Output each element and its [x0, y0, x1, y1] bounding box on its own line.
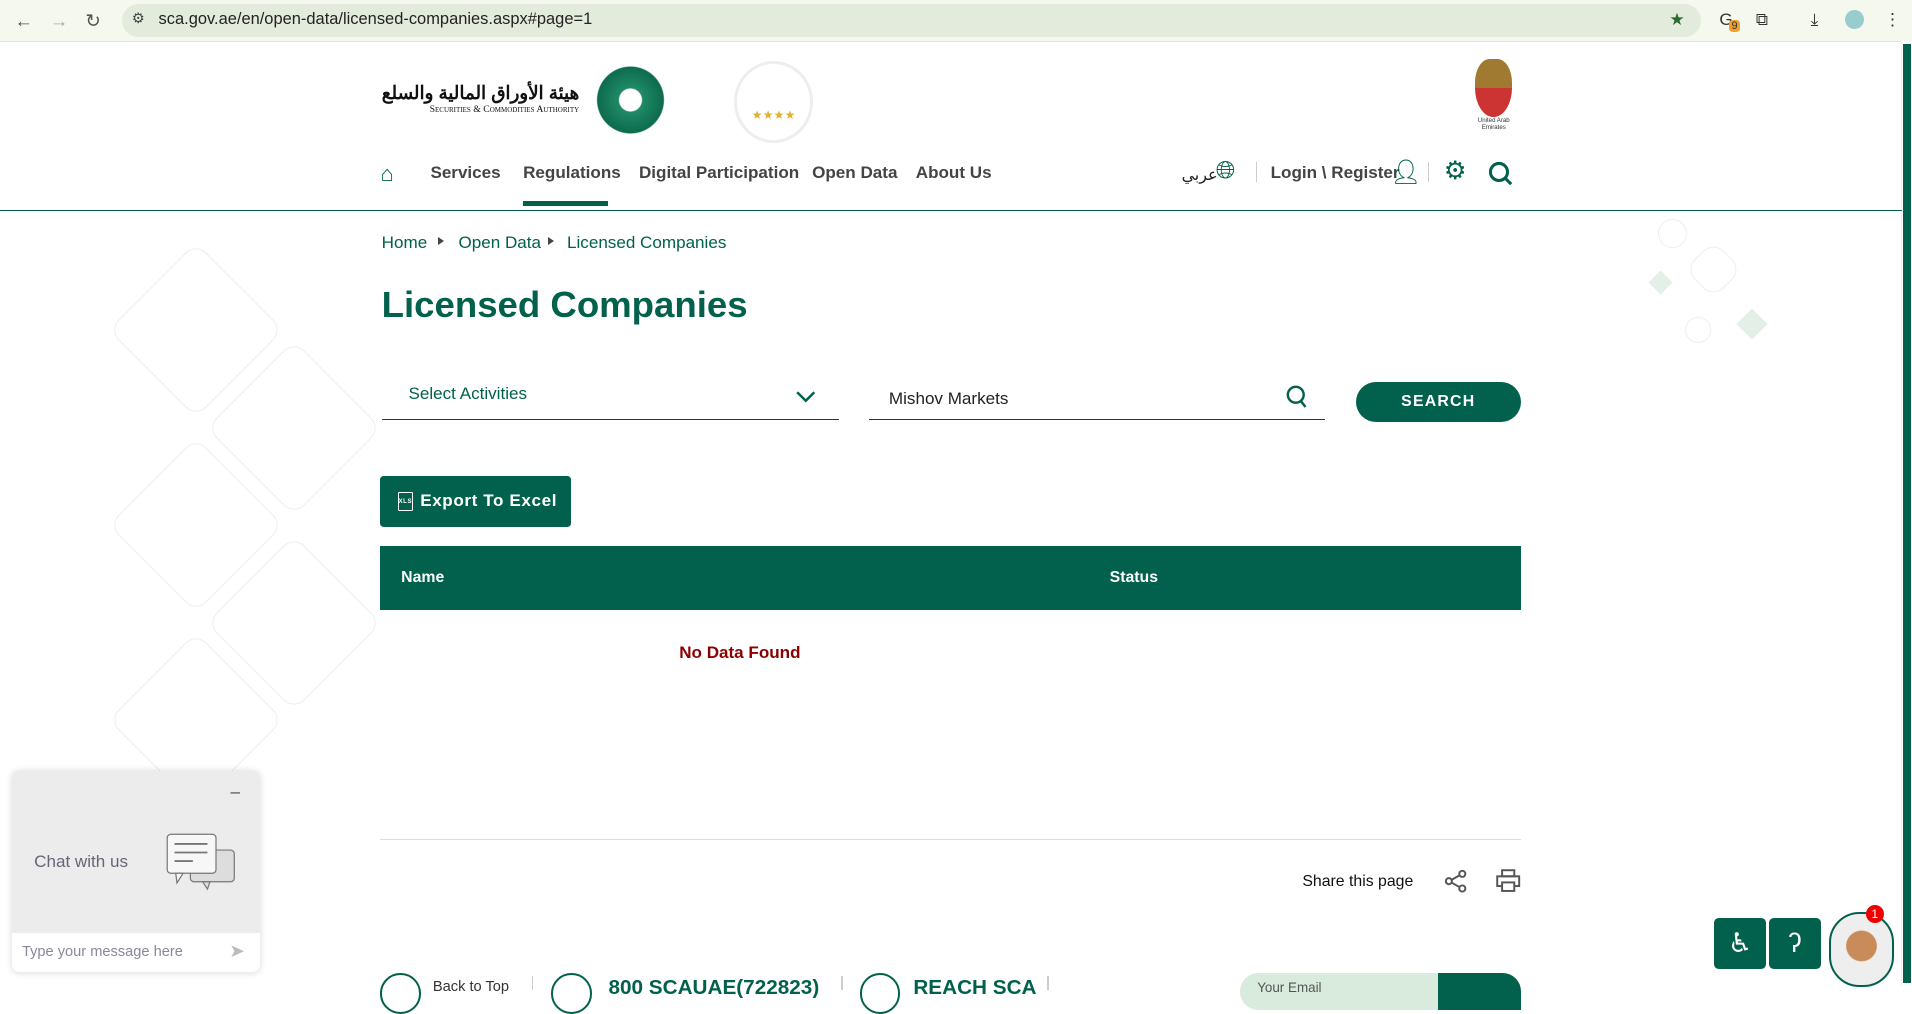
reach-sca-link[interactable]: REACH SCA — [913, 976, 1036, 1000]
decor-diamond — [1684, 240, 1743, 299]
activities-select-label: Select Activities — [408, 384, 528, 404]
forward-icon[interactable]: → — [50, 10, 68, 32]
award-stars-logo: ★★★★ — [734, 60, 814, 143]
nav-about-us[interactable]: About Us — [916, 163, 992, 183]
gear-icon[interactable]: ⚙ — [1444, 156, 1467, 186]
download-icon[interactable]: ⤓ — [1811, 10, 1819, 30]
sca-logo-text[interactable]: هيئة الأوراق المالية والسلع Securities &… — [380, 82, 579, 115]
login-register-link[interactable]: Login \ Register — [1271, 163, 1400, 183]
home-icon[interactable]: ⌂ — [380, 161, 393, 187]
page-title: Licensed Companies — [381, 284, 748, 326]
decor-diamond — [1652, 213, 1694, 255]
breadcrumb-current: Licensed Companies — [567, 232, 727, 252]
back-to-top-link[interactable]: Back to Top — [433, 979, 509, 995]
header-divider — [0, 209, 1903, 211]
export-to-excel-button[interactable]: XLS Export To Excel — [380, 475, 571, 527]
search-icon — [1287, 385, 1307, 409]
globe-icon[interactable]: 🌐︎ — [1216, 157, 1236, 185]
chat-message-input[interactable]: Type your message here ➤ — [12, 932, 260, 972]
chevron-down-icon — [796, 391, 816, 403]
search-input-value: Mishov Markets — [888, 388, 1009, 408]
divider — [1255, 162, 1258, 182]
breadcrumb-open-data[interactable]: Open Data — [458, 233, 541, 253]
bookmark-star-icon[interactable]: ★ — [1669, 10, 1684, 30]
menu-icon[interactable]: ⋮ — [1884, 10, 1901, 30]
newsletter-email-input[interactable]: Your Email — [1240, 973, 1438, 1010]
notification-badge: 1 — [1865, 904, 1884, 924]
chat-bubbles-icon — [166, 833, 235, 891]
share-label: Share this page — [1302, 873, 1414, 891]
no-data-message: No Data Found — [679, 642, 801, 662]
active-nav-indicator — [523, 201, 609, 207]
back-icon[interactable]: ← — [15, 10, 33, 32]
share-icon[interactable] — [1444, 869, 1467, 893]
language-toggle[interactable]: عربي — [1182, 165, 1218, 185]
back-to-top-icon[interactable] — [380, 973, 422, 1014]
breadcrumb-caret-icon — [547, 236, 554, 245]
nav-services[interactable]: Services — [430, 163, 500, 183]
send-icon[interactable]: ➤ — [229, 940, 244, 962]
column-name: Name — [401, 569, 445, 587]
uae-emblem: United Arab Emirates — [1467, 58, 1521, 135]
nav-open-data[interactable]: Open Data — [812, 163, 897, 183]
chat-minimize-button[interactable]: – — [230, 782, 240, 802]
extensions-puzzle-icon[interactable]: ⧉ — [1756, 10, 1768, 30]
virtual-assistant-avatar[interactable] — [1829, 912, 1895, 987]
decor-diamond — [1736, 308, 1768, 340]
table-header: Name Status — [380, 546, 1521, 610]
accessibility-settings-button[interactable]: ♿︎ — [1714, 918, 1766, 970]
decor-diamond — [1679, 311, 1718, 349]
export-label: Export To Excel — [420, 491, 558, 511]
extension-badge: 9 — [1729, 19, 1741, 32]
nav-digital-participation[interactable]: Digital Participation — [639, 163, 799, 183]
breadcrumb-home[interactable]: Home — [382, 233, 428, 253]
content-divider — [380, 838, 1521, 841]
column-status: Status — [1109, 569, 1159, 587]
print-icon[interactable] — [1496, 869, 1521, 893]
phone-number[interactable]: 800 SCAUAE(722823) — [608, 976, 819, 1000]
xls-file-icon: XLS — [397, 491, 413, 511]
breadcrumb-caret-icon — [437, 236, 444, 245]
company-search-input[interactable]: Mishov Markets — [869, 380, 1326, 421]
user-icon[interactable]: 👤︎ — [1390, 157, 1421, 187]
hearing-accessibility-button[interactable]: ʔ — [1769, 918, 1821, 970]
reach-icon — [859, 973, 901, 1014]
chat-title[interactable]: Chat with us — [34, 852, 128, 872]
reload-icon[interactable]: ↻ — [85, 10, 100, 32]
activities-select[interactable]: Select Activities — [381, 380, 839, 421]
newsletter-submit-button[interactable] — [1437, 973, 1521, 1010]
site-info-icon[interactable]: ⚙ — [132, 10, 145, 27]
scrollbar[interactable] — [1901, 41, 1912, 987]
sca-emblem-logo — [590, 63, 671, 137]
divider — [1427, 162, 1430, 182]
chat-input-placeholder: Type your message here — [21, 943, 183, 960]
url-text[interactable]: sca.gov.ae/en/open-data/licensed-compani… — [159, 10, 593, 29]
search-button[interactable]: SEARCH — [1355, 381, 1521, 422]
phone-icon — [551, 973, 592, 1014]
nav-regulations[interactable]: Regulations — [523, 163, 621, 183]
decor-diamond — [1648, 270, 1673, 295]
search-icon[interactable] — [1488, 161, 1514, 187]
